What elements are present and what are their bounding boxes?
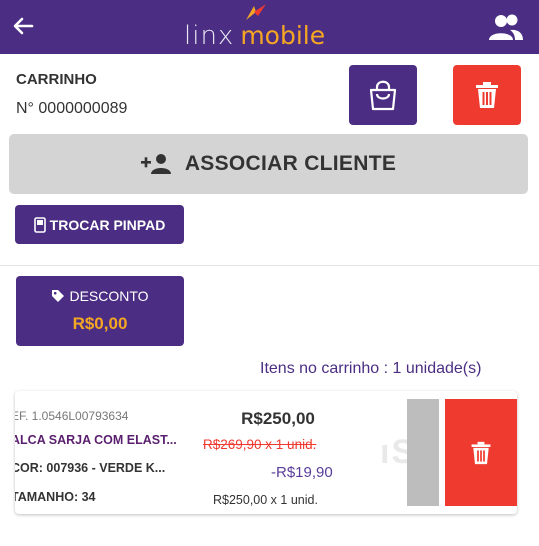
items-count: Itens no carrinho : 1 unidade(s) [260, 360, 482, 377]
swipe-action-gray[interactable] [407, 399, 439, 506]
divider [0, 265, 539, 266]
item-unit-price: R$250,00 x 1 unid. [213, 493, 318, 507]
change-pinpad-button[interactable]: TROCAR PINPAD [15, 205, 184, 244]
shopping-bag-icon [369, 80, 397, 111]
trash-icon [476, 82, 498, 108]
item-old-price: R$269,90 x 1 unid. [203, 437, 317, 452]
trash-icon [471, 441, 491, 464]
delete-item-button[interactable] [445, 399, 517, 506]
discount-label: DESCONTO [69, 288, 149, 304]
arrow-left-icon[interactable] [10, 12, 36, 40]
item-discount: -R$19,90 [271, 464, 333, 481]
change-pinpad-label: TROCAR PINPAD [49, 216, 166, 233]
logo-mark-icon [246, 4, 266, 20]
users-icon[interactable] [488, 12, 524, 42]
item-size: TAMANHO: 34 [15, 490, 96, 504]
add-user-icon [140, 154, 171, 174]
logo-text-linx: linx [184, 21, 235, 51]
associate-client-label: ASSOCIAR CLIENTE [184, 152, 397, 175]
linx-mobile-logo: linx mobile [184, 4, 326, 51]
associate-client-button[interactable]: ASSOCIAR CLIENTE [9, 134, 528, 194]
discount-value: R$0,00 [72, 314, 128, 333]
discount-label-row: DESCONTO [16, 288, 184, 304]
cart-number: N° 0000000089 [16, 100, 128, 117]
discount-button[interactable]: DESCONTO R$0,00 [16, 276, 184, 346]
logo-text-mobile: mobile [240, 21, 326, 50]
item-name: ALCA SARJA COM ELAST... [15, 433, 177, 447]
cart-item-card[interactable]: EF. 1.0546L00793634 ALCA SARJA COM ELAST… [15, 391, 517, 514]
tag-icon [52, 290, 65, 302]
clear-cart-button[interactable] [453, 65, 521, 125]
item-ref: EF. 1.0546L00793634 [15, 409, 129, 423]
item-price: R$250,00 [241, 409, 315, 428]
device-icon [33, 216, 46, 233]
item-color: COR: 007936 - VERDE K... [15, 461, 166, 475]
cart-title: CARRINHO [16, 71, 97, 88]
app-bar: linx mobile [0, 0, 539, 54]
shopping-bag-button[interactable] [349, 65, 417, 125]
item-details: EF. 1.0546L00793634 ALCA SARJA COM ELAST… [15, 391, 215, 514]
